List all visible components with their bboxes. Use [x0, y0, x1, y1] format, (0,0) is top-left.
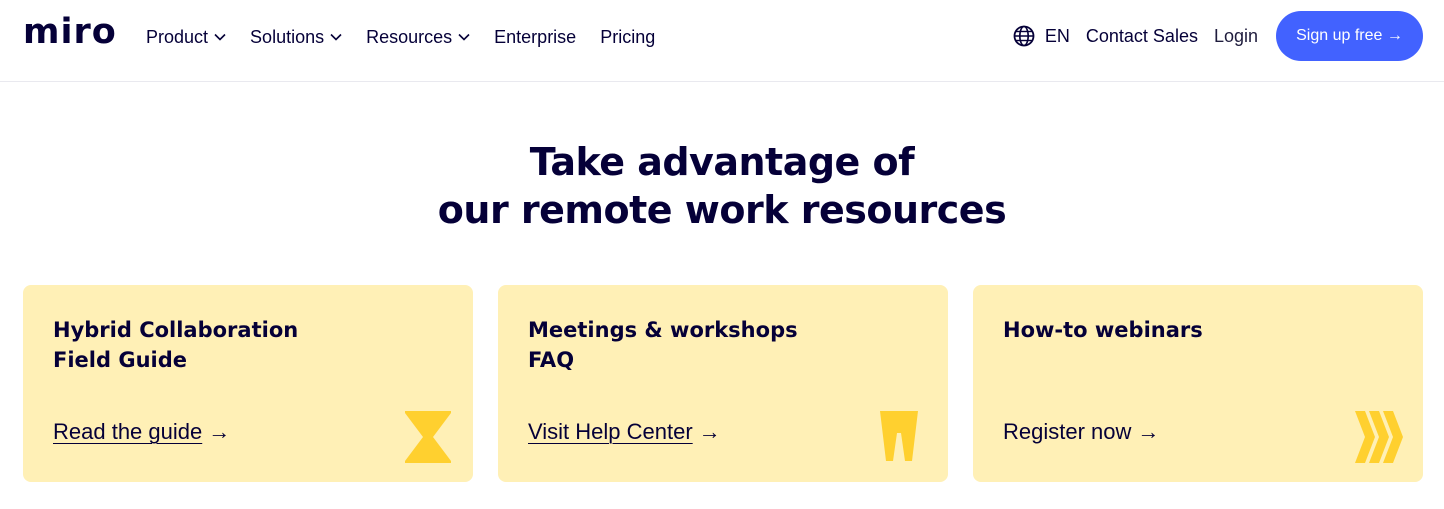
card-link-label: Read the guide	[53, 419, 203, 444]
card-title: Meetings & workshops FAQ	[528, 318, 798, 372]
arrow-right-icon: →	[1137, 419, 1160, 444]
navbar: miro Product Solutions Resources Enterpr…	[0, 0, 1444, 82]
nav-item-solutions[interactable]: Solutions	[250, 27, 342, 48]
page-title-line-1: Take advantage of	[529, 140, 915, 184]
nav-item-label: Resources	[366, 26, 453, 47]
language-label: EN	[1044, 25, 1070, 46]
chevron-down-icon	[330, 33, 342, 41]
nav-item-label: Product	[146, 26, 209, 47]
resource-card-field-guide[interactable]: Hybrid Collaboration Field Guide Read th…	[23, 285, 473, 482]
resource-card-webinars[interactable]: How-to webinars Register now →	[973, 285, 1423, 482]
globe-icon	[1013, 25, 1035, 47]
card-link-label: Visit Help Center	[528, 419, 693, 444]
contact-sales-link[interactable]: Contact Sales	[1086, 26, 1198, 47]
nav-item-label: Enterprise	[494, 26, 577, 47]
chevron-down-icon	[458, 33, 470, 41]
nav-right: EN Contact Sales Login Sign up free →	[1013, 11, 1423, 61]
arrow-right-icon: →	[208, 419, 231, 444]
resource-cards: Hybrid Collaboration Field Guide Read th…	[23, 285, 1423, 482]
card-link-label: Register now	[1003, 419, 1132, 444]
main-nav: Product Solutions Resources Enterprise P…	[146, 24, 679, 50]
nav-item-resources[interactable]: Resources	[366, 27, 470, 48]
tooth-icon	[880, 411, 918, 461]
miro-logo[interactable]: miro	[23, 12, 117, 52]
hourglass-icon	[405, 411, 451, 463]
nav-item-pricing[interactable]: Pricing	[600, 27, 655, 48]
nav-item-label: Solutions	[250, 26, 325, 47]
read-the-guide-link[interactable]: Read the guide →	[53, 419, 230, 445]
page-title-line-2: our remote work resources	[437, 188, 1007, 232]
visit-help-center-link[interactable]: Visit Help Center →	[528, 419, 721, 445]
language-selector[interactable]: EN	[1013, 25, 1070, 47]
chevrons-icon	[1355, 411, 1403, 463]
arrow-right-icon: →	[698, 419, 721, 444]
chevron-down-icon	[214, 33, 226, 41]
nav-item-product[interactable]: Product	[146, 27, 226, 48]
card-title: Hybrid Collaboration Field Guide	[53, 318, 299, 372]
nav-item-enterprise[interactable]: Enterprise	[494, 27, 576, 48]
login-link[interactable]: Login	[1214, 26, 1258, 47]
page-title: Take advantage of our remote work resour…	[0, 138, 1444, 234]
card-title: How-to webinars	[1003, 318, 1203, 342]
sign-up-button[interactable]: Sign up free →	[1276, 11, 1423, 61]
nav-item-label: Pricing	[600, 26, 656, 47]
register-now-link[interactable]: Register now →	[1003, 419, 1159, 445]
resource-card-faq[interactable]: Meetings & workshops FAQ Visit Help Cent…	[498, 285, 948, 482]
